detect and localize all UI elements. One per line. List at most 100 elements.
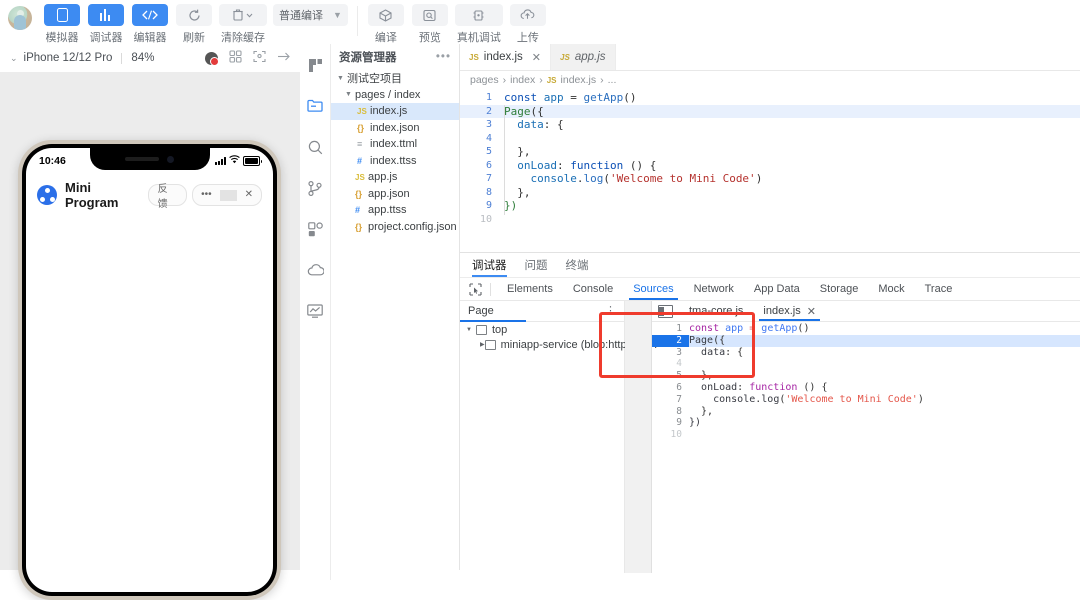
- compile-mode-select[interactable]: 普通编译 ▼: [273, 4, 348, 26]
- source-tab-tma-core[interactable]: tma-core.js: [679, 301, 753, 321]
- phone-icon: [44, 4, 80, 26]
- sidebar-item-analytics[interactable]: [304, 300, 326, 322]
- zoom-level[interactable]: 84%: [131, 52, 154, 64]
- tab-problems[interactable]: 问题: [525, 253, 548, 277]
- list-item[interactable]: {} index.json: [331, 120, 459, 137]
- js-file-icon: JS: [357, 106, 367, 116]
- close-button[interactable]: ✕: [237, 190, 261, 200]
- real-device-debug-button[interactable]: 真机调试: [454, 4, 503, 45]
- upload-label: 上传: [516, 32, 539, 44]
- more-button[interactable]: •••: [193, 190, 220, 200]
- toolbar-left-group: 模拟器 调试器 编辑器 刷新 清除缓存 普通编译 ▼: [40, 0, 351, 45]
- editor-button[interactable]: 编辑器: [131, 4, 169, 45]
- explorer-panel: 资源管理器 ••• ▼ 测试空项目 ▼ pages / index JS ind…: [331, 44, 460, 570]
- sidebar-toggle-icon[interactable]: [658, 304, 673, 318]
- tree-project-root[interactable]: ▼ 测试空项目: [331, 70, 459, 87]
- breadcrumb-item[interactable]: index.js: [561, 74, 597, 86]
- record-icon[interactable]: [205, 51, 219, 66]
- sidebar-item-blocks[interactable]: [304, 54, 326, 76]
- sources-code-container: tma-core.js index.js ✕ 1 const app = get…: [625, 301, 1080, 573]
- sidebar-item-extensions[interactable]: [304, 218, 326, 240]
- chevron-down-icon: ▼: [345, 91, 352, 99]
- file-name: index.json: [370, 121, 420, 134]
- tab-sources[interactable]: Sources: [623, 278, 683, 300]
- breadcrumb-item[interactable]: ...: [608, 74, 617, 86]
- list-item[interactable]: # index.ttss: [331, 153, 459, 170]
- code-line: 9 }): [652, 417, 1080, 429]
- refresh-button[interactable]: 刷新: [175, 4, 213, 45]
- clear-cache-button[interactable]: 清除缓存: [219, 4, 267, 45]
- explorer-more-icon[interactable]: •••: [436, 51, 451, 63]
- close-icon[interactable]: ✕: [807, 305, 816, 318]
- tree-node-top[interactable]: ▼ top: [460, 322, 624, 337]
- toolbar-right-group: 编译 预览 真机调试 上传: [364, 0, 550, 45]
- sources-navigator-header: Page ⋮: [460, 301, 624, 322]
- arrow-right-icon[interactable]: [277, 51, 291, 65]
- activity-bar: [300, 44, 331, 580]
- line-text: console.log('Welcome to Mini Code'): [713, 393, 924, 405]
- tab-debugger[interactable]: 调试器: [472, 253, 507, 277]
- simulator-button[interactable]: 模拟器: [43, 4, 81, 45]
- tree-folder-pages-index[interactable]: ▼ pages / index: [331, 87, 459, 104]
- inspect-cursor-icon[interactable]: [466, 282, 484, 297]
- tree-node-miniapp-service[interactable]: ▶ miniapp-service (blob:http://127.: [460, 337, 657, 352]
- grid-icon[interactable]: [229, 50, 242, 66]
- list-item[interactable]: JS app.js: [331, 169, 459, 186]
- feedback-button[interactable]: 反馈: [147, 184, 188, 210]
- tab-index-js[interactable]: JS index.js ✕: [460, 44, 552, 70]
- line-text: console.log('Welcome to Mini Code'): [530, 172, 763, 185]
- tab-console[interactable]: Console: [563, 278, 623, 300]
- tab-app-js[interactable]: JS app.js: [551, 44, 616, 70]
- sidebar-item-cloud[interactable]: [304, 259, 326, 281]
- compile-button[interactable]: 编译: [367, 4, 405, 45]
- code-icon: [132, 4, 168, 26]
- tab-terminal[interactable]: 终端: [566, 253, 589, 277]
- user-avatar[interactable]: [8, 6, 32, 30]
- js-file-icon: JS: [560, 52, 570, 62]
- list-item[interactable]: {} app.json: [331, 186, 459, 203]
- js-file-icon: JS: [469, 52, 479, 62]
- tab-storage[interactable]: Storage: [810, 278, 869, 300]
- sidebar-item-files[interactable]: [304, 95, 326, 117]
- chevron-down-icon[interactable]: ⌄: [10, 53, 18, 64]
- screenshot-icon[interactable]: [253, 50, 266, 66]
- tab-network[interactable]: Network: [684, 278, 744, 300]
- list-item[interactable]: {} project.config.json: [331, 219, 459, 236]
- tab-mock[interactable]: Mock: [868, 278, 914, 300]
- device-name[interactable]: iPhone 12/12 Pro: [24, 52, 113, 64]
- breadcrumb-item[interactable]: pages: [470, 74, 499, 86]
- sidebar-item-search[interactable]: [304, 136, 326, 158]
- code-line: 4: [460, 132, 1080, 146]
- tab-trace[interactable]: Trace: [915, 278, 963, 300]
- list-item[interactable]: JS index.js: [331, 103, 459, 120]
- breadcrumb-item[interactable]: index: [510, 74, 535, 86]
- line-number: 5: [676, 370, 682, 382]
- editor-code-area[interactable]: 1 const app = getApp() 2 Page({ 3 data: …: [460, 89, 1080, 226]
- compile-label: 编译: [374, 32, 397, 44]
- line-text: },: [689, 370, 714, 382]
- sources-editor: tma-core.js index.js ✕ 1 const app = get…: [652, 301, 1080, 573]
- page-tab[interactable]: Page: [468, 305, 494, 317]
- code-line: 1 const app = getApp(): [652, 323, 1080, 335]
- battery-icon: [243, 156, 262, 166]
- tab-elements[interactable]: Elements: [497, 278, 563, 300]
- ttss-file-icon: #: [357, 155, 363, 166]
- sources-code-area[interactable]: 1 const app = getApp() 2 Page({ 3 data: …: [652, 322, 1080, 441]
- line-text: const app = getApp(): [689, 323, 810, 334]
- phone-bezel: 10:46 Mini Program 反馈 ••• ✕: [22, 144, 277, 596]
- line-number: 2: [652, 334, 689, 347]
- tab-app-data[interactable]: App Data: [744, 278, 810, 300]
- code-line: 2 Page({: [460, 104, 1080, 118]
- sidebar-item-source-control[interactable]: [304, 177, 326, 199]
- preview-button[interactable]: 预览: [411, 4, 449, 45]
- list-item[interactable]: ≡ index.ttml: [331, 136, 459, 153]
- close-icon[interactable]: ✕: [532, 51, 541, 64]
- source-tab-index-js[interactable]: index.js ✕: [753, 301, 826, 321]
- sources-gutter-strip: [625, 301, 652, 573]
- phone-screen[interactable]: 10:46 Mini Program 反馈 ••• ✕: [26, 148, 273, 592]
- list-item[interactable]: # app.ttss: [331, 202, 459, 219]
- upload-button[interactable]: 上传: [509, 4, 547, 45]
- breadcrumb-separator: ›: [539, 74, 543, 86]
- kebab-menu-icon[interactable]: ⋮: [605, 305, 616, 316]
- debugger-button[interactable]: 调试器: [87, 4, 125, 45]
